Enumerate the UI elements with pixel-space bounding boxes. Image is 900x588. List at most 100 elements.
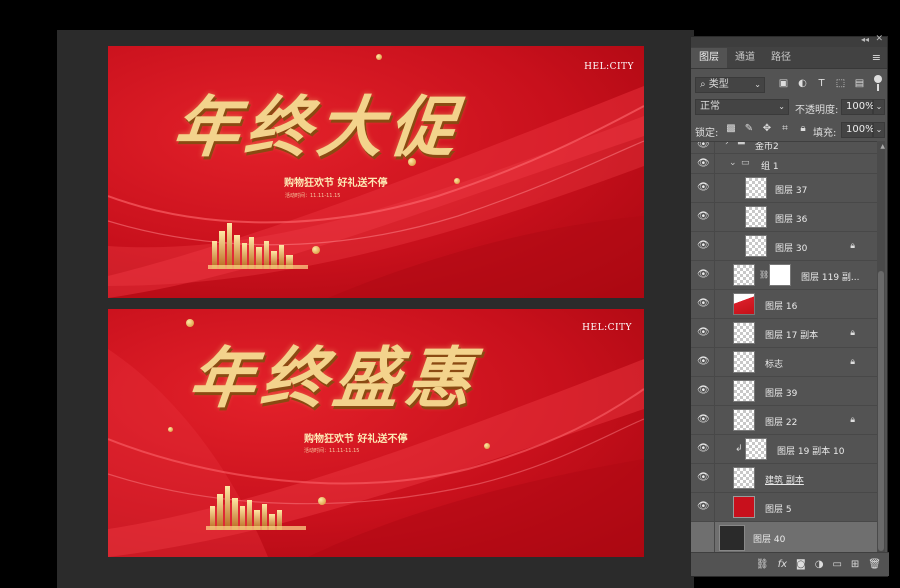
promo-subline: 购物狂欢节 好礼送不停 <box>304 434 408 445</box>
layer-row[interactable]: 👁︎ ↲ 图层 19 副本 10 <box>691 435 877 464</box>
layer-row[interactable]: 👁︎ 图层 22 🔒︎ <box>691 406 877 435</box>
lock-artboard-icon[interactable]: ⌗ <box>779 123 791 135</box>
adjustment-filter-icon[interactable]: ◐ <box>796 77 809 91</box>
promo-subline: 购物狂欢节 好礼送不停 <box>284 178 388 189</box>
artboard-banner-2[interactable]: 年终盛惠 HEL:CITY 购物狂欢节 好礼送不停 活动时间：11.11-11.… <box>108 309 644 557</box>
tab-layers[interactable]: 图层 <box>691 48 727 68</box>
visibility-eye-icon[interactable]: 👁︎ <box>697 269 710 281</box>
link-icon[interactable]: ⛓︎ <box>756 559 769 570</box>
visibility-eye-icon[interactable]: 👁︎ <box>697 385 710 397</box>
mask-link-icon[interactable]: ⛓︎ <box>759 270 769 279</box>
chevron-right-icon[interactable]: › <box>725 142 729 148</box>
visibility-eye-icon[interactable]: 👁︎ <box>697 240 710 252</box>
layer-row[interactable]: 👁︎ ⛓︎ 图层 119 副... <box>691 261 877 290</box>
close-icon[interactable]: ✕ <box>875 34 883 44</box>
layer-list-scrollbar[interactable] <box>877 141 885 553</box>
layer-name: 图层 22 <box>765 418 798 428</box>
pixel-filter-icon[interactable]: ▣ <box>777 77 790 91</box>
panel-title-bar[interactable]: ◂◂ ✕ <box>691 34 887 47</box>
layer-name: 图层 37 <box>775 186 808 196</box>
chevron-down-icon[interactable]: ⌄ <box>729 158 737 168</box>
folder-icon: ▬ <box>737 141 746 148</box>
layer-row-selected[interactable]: 图层 40 <box>691 522 877 553</box>
chevron-down-icon: ⌄ <box>754 80 761 89</box>
panel-tabs: 图层 通道 路径 ≡ <box>691 47 887 69</box>
folder-icon: ▭ <box>741 158 750 168</box>
blend-mode-value: 正常 <box>700 101 720 112</box>
layer-row[interactable]: 👁︎ 建筑 副本 <box>691 464 877 493</box>
visibility-eye-icon[interactable]: 👁︎ <box>697 414 710 426</box>
lock-all-icon[interactable]: 🔒︎ <box>797 123 809 135</box>
layer-row[interactable]: 👁︎ 图层 39 <box>691 377 877 406</box>
chevron-down-icon[interactable]: ⌄ <box>873 122 885 138</box>
adjustment-icon[interactable]: ◑ <box>815 559 824 570</box>
gold-coin-icon <box>186 319 194 327</box>
artboard-banner-1[interactable]: 年终大促 HEL:CITY 购物狂欢节 好礼送不停 活动时间：11.11-11.… <box>108 46 644 298</box>
smart-object-filter-icon[interactable]: ▤ <box>853 77 866 91</box>
visibility-eye-icon[interactable]: 👁︎ <box>697 211 710 223</box>
lock-position-icon[interactable]: ✥ <box>761 123 773 135</box>
chevron-down-icon: ⌄ <box>778 102 785 111</box>
headline-text: 年终大促 <box>169 88 466 166</box>
chevron-down-icon[interactable]: ⌄ <box>873 99 885 115</box>
filter-kind-value: 类型 <box>708 79 729 90</box>
blend-mode-select[interactable]: 正常 ⌄ <box>695 99 789 115</box>
fill-input[interactable]: 100% <box>841 122 875 138</box>
visibility-eye-icon[interactable]: 👁︎ <box>697 182 710 194</box>
scroll-up-icon[interactable]: ▲ <box>880 143 885 150</box>
city-skyline-graphic <box>208 223 308 269</box>
layer-row[interactable]: 👁︎ 图层 17 副本 🔒︎ <box>691 319 877 348</box>
layer-row[interactable]: 👁︎ 图层 16 <box>691 290 877 319</box>
visibility-eye-icon[interactable]: 👁︎ <box>697 501 710 513</box>
shape-filter-icon[interactable]: ⬚ <box>834 77 847 91</box>
layer-name: 图层 16 <box>765 302 798 312</box>
opacity-input[interactable]: 100% <box>841 99 875 115</box>
layer-name: 金币2 <box>755 142 779 152</box>
lock-icon: 🔒︎ <box>850 241 855 251</box>
layer-name: 组 1 <box>761 162 779 172</box>
trash-icon[interactable]: 🗑︎ <box>868 559 881 570</box>
tab-channels[interactable]: 通道 <box>727 48 763 68</box>
layer-mask-thumbnail[interactable] <box>769 264 791 286</box>
visibility-eye-icon[interactable]: 👁︎ <box>697 327 710 339</box>
layer-row[interactable]: 👁︎ 标志 🔒︎ <box>691 348 877 377</box>
layer-row[interactable]: 👁︎ 图层 36 <box>691 203 877 232</box>
visibility-eye-icon[interactable]: 👁︎ <box>697 356 710 368</box>
tab-paths[interactable]: 路径 <box>763 48 799 68</box>
gold-coin-icon <box>312 246 320 254</box>
mask-icon[interactable]: ◙ <box>796 559 806 570</box>
gold-coin-icon <box>484 443 490 449</box>
layer-name: 图层 5 <box>765 505 792 515</box>
layer-thumbnail <box>745 235 767 257</box>
filter-kind-select[interactable]: ⌕ 类型 ⌄ <box>695 77 765 93</box>
visibility-eye-icon[interactable]: 👁︎ <box>697 472 710 484</box>
lock-transparent-icon[interactable]: ▩ <box>725 123 737 135</box>
panel-menu-icon[interactable]: ≡ <box>872 51 881 64</box>
layer-name: 图层 40 <box>753 535 786 545</box>
fx-icon[interactable]: fx <box>778 559 787 570</box>
layer-row[interactable]: 👁︎ 图层 37 <box>691 174 877 203</box>
visibility-eye-icon[interactable]: 👁︎ <box>697 298 710 310</box>
panel-bottom-toolbar: ⛓︎ fx ◙ ◑ ▭ ⊞ 🗑︎ <box>691 552 889 576</box>
layer-thumbnail <box>745 438 767 460</box>
layer-name: 图层 119 副... <box>801 273 860 283</box>
layer-row-group[interactable]: 👁︎ ⌄ ▭ 组 1 <box>691 154 877 174</box>
scrollbar-thumb[interactable] <box>878 271 884 551</box>
visibility-eye-icon[interactable]: 👁︎ <box>697 158 710 170</box>
layer-row[interactable]: 👁︎ 图层 5 <box>691 493 877 522</box>
type-filter-icon[interactable]: T <box>815 77 828 91</box>
gold-coin-icon <box>318 497 326 505</box>
layer-name: 图层 30 <box>775 244 808 254</box>
filter-toggle-icon[interactable] <box>874 75 882 83</box>
visibility-eye-icon[interactable]: 👁︎ <box>697 142 710 151</box>
visibility-eye-icon[interactable]: 👁︎ <box>697 443 710 455</box>
new-layer-icon[interactable]: ⊞ <box>851 559 859 570</box>
layer-row[interactable]: 👁︎ 图层 30 🔒︎ <box>691 232 877 261</box>
collapse-panel-icon[interactable]: ◂◂ <box>861 35 869 44</box>
brand-logo-text: HEL:CITY <box>584 62 634 72</box>
lock-brush-icon[interactable]: ✎ <box>743 123 755 135</box>
gold-coin-icon <box>408 158 416 166</box>
layer-row-group[interactable]: 👁︎ › ▬ 金币2 <box>691 141 877 154</box>
folder-icon[interactable]: ▭ <box>832 559 841 570</box>
fill-label: 填充: <box>813 128 837 139</box>
